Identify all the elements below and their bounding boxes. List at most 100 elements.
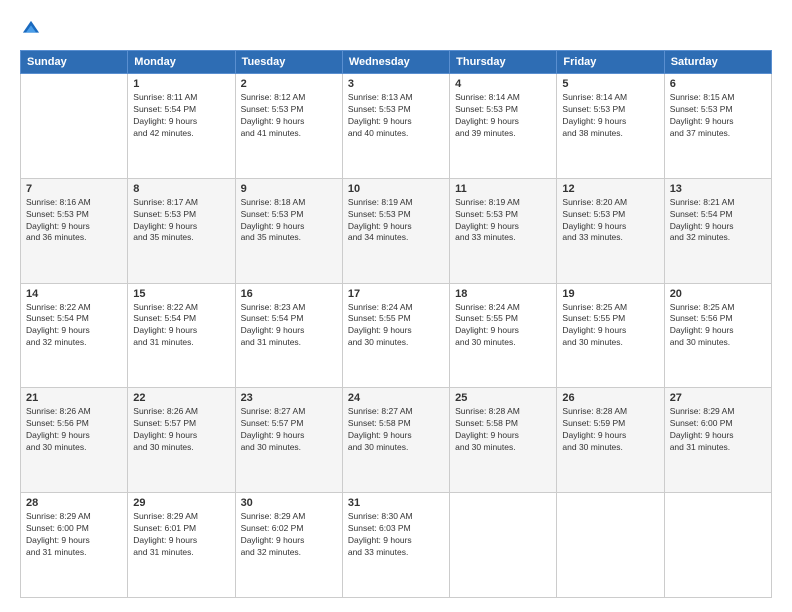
calendar-cell: 8Sunrise: 8:17 AMSunset: 5:53 PMDaylight… <box>128 178 235 283</box>
calendar-week-row: 1 Sunrise: 8:11 AMSunset: 5:54 PMDaylight… <box>21 74 772 179</box>
cell-info: Sunrise: 8:25 AMSunset: 5:56 PMDaylight:… <box>670 302 766 350</box>
day-number: 9 <box>241 183 337 195</box>
day-number: 7 <box>26 183 122 195</box>
day-number: 12 <box>562 183 658 195</box>
cell-info: Sunrise: 8:12 AMSunset: 5:53 PMDaylight:… <box>241 92 337 140</box>
day-number: 1 <box>133 78 229 90</box>
col-header-tuesday: Tuesday <box>235 51 342 74</box>
day-number: 22 <box>133 392 229 404</box>
cell-info: Sunrise: 8:16 AMSunset: 5:53 PMDaylight:… <box>26 197 122 245</box>
calendar-cell: 1 Sunrise: 8:11 AMSunset: 5:54 PMDaylight… <box>128 74 235 179</box>
day-number: 10 <box>348 183 444 195</box>
col-header-friday: Friday <box>557 51 664 74</box>
col-header-monday: Monday <box>128 51 235 74</box>
cell-info: Sunrise: 8:15 AMSunset: 5:53 PMDaylight:… <box>670 92 766 140</box>
day-number: 16 <box>241 288 337 300</box>
calendar-cell: 29 Sunrise: 8:29 AMSunset: 6:01 PMDayligh… <box>128 493 235 598</box>
calendar-cell: 26 Sunrise: 8:28 AMSunset: 5:59 PMDayligh… <box>557 388 664 493</box>
cell-info: Sunrise: 8:20 AMSunset: 5:53 PMDaylight:… <box>562 197 658 245</box>
cell-info: Sunrise: 8:22 AMSunset: 5:54 PMDaylight:… <box>26 302 122 350</box>
day-number: 14 <box>26 288 122 300</box>
calendar-cell: 5 Sunrise: 8:14 AMSunset: 5:53 PMDaylight… <box>557 74 664 179</box>
day-number: 31 <box>348 497 444 509</box>
cell-info: Sunrise: 8:29 AMSunset: 6:00 PMDaylight:… <box>26 511 122 559</box>
cell-info: Sunrise: 8:13 AMSunset: 5:53 PMDaylight:… <box>348 92 444 140</box>
calendar-cell: 11 Sunrise: 8:19 AMSunset: 5:53 PMDayligh… <box>450 178 557 283</box>
logo <box>20 18 46 40</box>
day-number: 29 <box>133 497 229 509</box>
day-number: 5 <box>562 78 658 90</box>
cell-info: Sunrise: 8:29 AMSunset: 6:01 PMDaylight:… <box>133 511 229 559</box>
cell-info: Sunrise: 8:27 AMSunset: 5:58 PMDaylight:… <box>348 406 444 454</box>
cell-info: Sunrise: 8:14 AMSunset: 5:53 PMDaylight:… <box>562 92 658 140</box>
day-number: 20 <box>670 288 766 300</box>
day-number: 25 <box>455 392 551 404</box>
calendar-cell: 20 Sunrise: 8:25 AMSunset: 5:56 PMDayligh… <box>664 283 771 388</box>
calendar-cell: 22 Sunrise: 8:26 AMSunset: 5:57 PMDayligh… <box>128 388 235 493</box>
calendar-week-row: 14 Sunrise: 8:22 AMSunset: 5:54 PMDayligh… <box>21 283 772 388</box>
cell-info: Sunrise: 8:26 AMSunset: 5:57 PMDaylight:… <box>133 406 229 454</box>
day-number: 23 <box>241 392 337 404</box>
calendar-week-row: 21 Sunrise: 8:26 AMSunset: 5:56 PMDayligh… <box>21 388 772 493</box>
col-header-thursday: Thursday <box>450 51 557 74</box>
day-number: 30 <box>241 497 337 509</box>
page: SundayMondayTuesdayWednesdayThursdayFrid… <box>0 0 792 612</box>
calendar-cell: 10 Sunrise: 8:19 AMSunset: 5:53 PMDayligh… <box>342 178 449 283</box>
cell-info: Sunrise: 8:19 AMSunset: 5:53 PMDaylight:… <box>455 197 551 245</box>
cell-info: Sunrise: 8:19 AMSunset: 5:53 PMDaylight:… <box>348 197 444 245</box>
day-number: 3 <box>348 78 444 90</box>
calendar-cell: 31Sunrise: 8:30 AMSunset: 6:03 PMDayligh… <box>342 493 449 598</box>
header <box>20 18 772 40</box>
cell-info: Sunrise: 8:28 AMSunset: 5:59 PMDaylight:… <box>562 406 658 454</box>
day-number: 6 <box>670 78 766 90</box>
day-number: 19 <box>562 288 658 300</box>
calendar-cell: 17 Sunrise: 8:24 AMSunset: 5:55 PMDayligh… <box>342 283 449 388</box>
calendar-cell: 15 Sunrise: 8:22 AMSunset: 5:54 PMDayligh… <box>128 283 235 388</box>
cell-info: Sunrise: 8:11 AMSunset: 5:54 PMDaylight:… <box>133 92 229 140</box>
day-number: 28 <box>26 497 122 509</box>
cell-info: Sunrise: 8:24 AMSunset: 5:55 PMDaylight:… <box>455 302 551 350</box>
day-number: 11 <box>455 183 551 195</box>
calendar-cell: 27Sunrise: 8:29 AMSunset: 6:00 PMDayligh… <box>664 388 771 493</box>
calendar-week-row: 7 Sunrise: 8:16 AMSunset: 5:53 PMDaylight… <box>21 178 772 283</box>
calendar-cell: 14 Sunrise: 8:22 AMSunset: 5:54 PMDayligh… <box>21 283 128 388</box>
cell-info: Sunrise: 8:22 AMSunset: 5:54 PMDaylight:… <box>133 302 229 350</box>
day-number: 2 <box>241 78 337 90</box>
cell-info: Sunrise: 8:26 AMSunset: 5:56 PMDaylight:… <box>26 406 122 454</box>
calendar-cell: 25Sunrise: 8:28 AMSunset: 5:58 PMDayligh… <box>450 388 557 493</box>
calendar-week-row: 28 Sunrise: 8:29 AMSunset: 6:00 PMDayligh… <box>21 493 772 598</box>
calendar-cell: 3 Sunrise: 8:13 AMSunset: 5:53 PMDaylight… <box>342 74 449 179</box>
col-header-saturday: Saturday <box>664 51 771 74</box>
calendar-cell: 30 Sunrise: 8:29 AMSunset: 6:02 PMDayligh… <box>235 493 342 598</box>
day-number: 4 <box>455 78 551 90</box>
day-number: 18 <box>455 288 551 300</box>
calendar-cell: 23 Sunrise: 8:27 AMSunset: 5:57 PMDayligh… <box>235 388 342 493</box>
cell-info: Sunrise: 8:27 AMSunset: 5:57 PMDaylight:… <box>241 406 337 454</box>
calendar-cell <box>450 493 557 598</box>
calendar-cell: 21 Sunrise: 8:26 AMSunset: 5:56 PMDayligh… <box>21 388 128 493</box>
cell-info: Sunrise: 8:18 AMSunset: 5:53 PMDaylight:… <box>241 197 337 245</box>
cell-info: Sunrise: 8:21 AMSunset: 5:54 PMDaylight:… <box>670 197 766 245</box>
day-number: 15 <box>133 288 229 300</box>
calendar-cell: 6 Sunrise: 8:15 AMSunset: 5:53 PMDaylight… <box>664 74 771 179</box>
calendar-cell: 28 Sunrise: 8:29 AMSunset: 6:00 PMDayligh… <box>21 493 128 598</box>
cell-info: Sunrise: 8:23 AMSunset: 5:54 PMDaylight:… <box>241 302 337 350</box>
calendar-cell: 12 Sunrise: 8:20 AMSunset: 5:53 PMDayligh… <box>557 178 664 283</box>
col-header-sunday: Sunday <box>21 51 128 74</box>
cell-info: Sunrise: 8:29 AMSunset: 6:00 PMDaylight:… <box>670 406 766 454</box>
calendar-cell: 7 Sunrise: 8:16 AMSunset: 5:53 PMDaylight… <box>21 178 128 283</box>
cell-info: Sunrise: 8:24 AMSunset: 5:55 PMDaylight:… <box>348 302 444 350</box>
day-number: 17 <box>348 288 444 300</box>
day-number: 21 <box>26 392 122 404</box>
cell-info: Sunrise: 8:29 AMSunset: 6:02 PMDaylight:… <box>241 511 337 559</box>
logo-icon <box>20 18 42 40</box>
calendar-cell <box>664 493 771 598</box>
day-number: 8 <box>133 183 229 195</box>
calendar-cell: 24Sunrise: 8:27 AMSunset: 5:58 PMDayligh… <box>342 388 449 493</box>
calendar-cell: 4Sunrise: 8:14 AMSunset: 5:53 PMDaylight… <box>450 74 557 179</box>
cell-info: Sunrise: 8:25 AMSunset: 5:55 PMDaylight:… <box>562 302 658 350</box>
calendar-cell: 19 Sunrise: 8:25 AMSunset: 5:55 PMDayligh… <box>557 283 664 388</box>
day-number: 26 <box>562 392 658 404</box>
calendar-cell: 2 Sunrise: 8:12 AMSunset: 5:53 PMDaylight… <box>235 74 342 179</box>
calendar-header-row: SundayMondayTuesdayWednesdayThursdayFrid… <box>21 51 772 74</box>
